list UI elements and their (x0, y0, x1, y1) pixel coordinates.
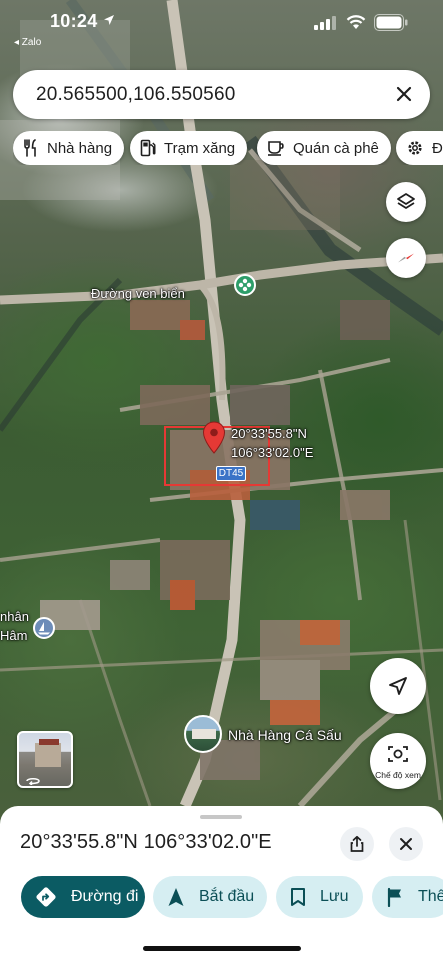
place-photo-marker[interactable] (184, 715, 222, 753)
route-shield: DT45 (216, 466, 246, 481)
directions-button[interactable]: Đường đi (21, 876, 145, 918)
directions-label: Đường đi (71, 888, 139, 905)
sheet-drag-handle[interactable] (200, 815, 242, 819)
location-services-icon (104, 15, 114, 25)
chip-restaurants[interactable]: Nhà hàng (13, 131, 125, 165)
add-label-button[interactable]: Thê (372, 876, 443, 918)
search-bar[interactable]: 20.565500,106.550560 (13, 70, 430, 119)
sailboat-icon (38, 622, 50, 635)
compass-icon (398, 253, 414, 263)
layers-button[interactable] (386, 182, 426, 222)
save-button[interactable]: Lưu (276, 876, 363, 918)
chip-more[interactable]: Đị (396, 131, 443, 165)
start-button[interactable]: Bắt đầu (153, 876, 267, 918)
flag-icon (387, 887, 401, 907)
category-chips: Nhà hàng Trạm xăng Quán cà phê Đị (13, 131, 443, 165)
chip-label: Đị (432, 139, 443, 157)
start-label: Bắt đầu (199, 888, 255, 905)
share-icon (350, 835, 364, 852)
rotate-360-icon (26, 778, 40, 785)
directions-icon (36, 887, 56, 907)
chip-label: Trạm xăng (164, 139, 236, 157)
save-label: Lưu (320, 888, 349, 905)
status-bar: 10:24 ◂ Zalo (0, 0, 443, 48)
chip-label: Nhà hàng (47, 139, 113, 157)
close-icon (400, 838, 412, 850)
bookmark-icon (291, 888, 305, 906)
street-view-button[interactable]: Chế độ xem (370, 733, 426, 789)
wifi-icon (346, 15, 366, 29)
close-icon[interactable] (392, 82, 416, 106)
chip-gas-stations[interactable]: Trạm xăng (130, 131, 248, 165)
left-edge-label-1: nhân (0, 609, 29, 624)
bottom-sheet[interactable]: 20°33'55.8"N 106°33'02.0"E Đường đi Bắt … (0, 806, 443, 960)
home-indicator[interactable] (143, 946, 301, 951)
navigation-arrow-icon (389, 677, 407, 695)
status-time: 10:24 (50, 11, 98, 31)
pin-coord-line-1: 20°33'55.8"N (231, 426, 307, 441)
pin-coord-line-2: 106°33'02.0"E (231, 445, 314, 460)
street-view-label: Chế độ xem (375, 770, 421, 780)
chip-label: Quán cà phê (293, 139, 379, 157)
road-label: Đường ven biển (91, 286, 185, 301)
place-label[interactable]: Nhà Hàng Cá Sấu (228, 727, 342, 743)
cellular-signal-icon (314, 16, 336, 30)
chip-coffee[interactable]: Quán cà phê (257, 131, 391, 165)
restaurant-icon (24, 139, 36, 157)
compass-button[interactable] (386, 238, 426, 278)
street-view-thumbnail[interactable] (17, 731, 73, 788)
sheet-close-button[interactable] (389, 827, 423, 861)
navigation-arrow-icon (168, 888, 184, 906)
poi-marker[interactable] (234, 274, 256, 296)
gear-icon (408, 141, 422, 155)
flower-icon (238, 278, 252, 292)
share-button[interactable] (340, 827, 374, 861)
my-location-button[interactable] (370, 658, 426, 714)
boat-marker[interactable] (33, 617, 55, 639)
sheet-coordinates: 20°33'55.8"N 106°33'02.0"E (20, 831, 272, 853)
back-to-app-link[interactable]: ◂ Zalo (14, 37, 41, 48)
location-pin-icon[interactable] (202, 421, 226, 455)
search-query-text[interactable]: 20.565500,106.550560 (36, 84, 235, 106)
layers-icon (397, 193, 415, 209)
gas-station-icon (140, 139, 156, 157)
street-view-icon (388, 746, 408, 762)
add-label-label: Thê (418, 888, 443, 905)
battery-icon (374, 14, 408, 31)
left-edge-label-2: Hâm (0, 628, 28, 643)
coffee-icon (268, 141, 284, 156)
